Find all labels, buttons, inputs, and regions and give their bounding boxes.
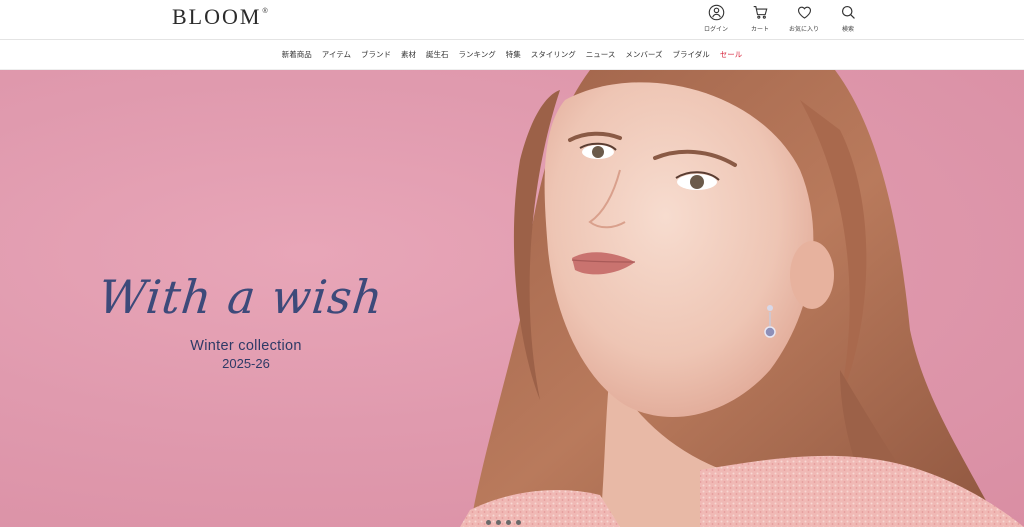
hero-season: 2025-26: [222, 356, 270, 371]
nav-item-material[interactable]: 素材: [401, 49, 416, 60]
hero-script-title: With a wish: [96, 270, 386, 324]
hero-copy: With a wish Winter collection 2025-26: [96, 270, 396, 371]
carousel-dot[interactable]: [496, 520, 501, 525]
heart-icon: [796, 4, 813, 21]
search-icon: [840, 4, 857, 21]
cart-button[interactable]: カート: [744, 4, 776, 33]
nav-item-brand[interactable]: ブランド: [361, 49, 391, 60]
carousel-indicators: [486, 520, 521, 525]
login-label: ログイン: [703, 26, 728, 33]
nav-item-new-arrivals[interactable]: 新着商品: [282, 49, 312, 60]
cart-icon: [752, 4, 769, 21]
favorites-label: お気に入り: [788, 26, 819, 33]
registered-mark: ®: [262, 8, 268, 15]
cart-label: カート: [750, 26, 769, 33]
nav-item-sale[interactable]: セール: [720, 49, 743, 60]
global-nav: 新着商品 アイテム ブランド 素材 誕生石 ランキング 特集 スタイリング ニュ…: [0, 40, 1024, 70]
site-header: BLOOM ® ログイン カート お気に入り 検索: [0, 0, 1024, 40]
hero-collection-name: Winter collection: [190, 338, 302, 354]
nav-item-news[interactable]: ニュース: [586, 49, 616, 60]
nav-item-styling[interactable]: スタイリング: [531, 49, 576, 60]
nav-item-members[interactable]: メンバーズ: [625, 49, 662, 60]
login-button[interactable]: ログイン: [700, 4, 732, 33]
carousel-dot[interactable]: [516, 520, 521, 525]
hero-banner[interactable]: With a wish Winter collection 2025-26: [0, 70, 1024, 527]
favorites-button[interactable]: お気に入り: [788, 4, 820, 33]
carousel-dot[interactable]: [506, 520, 511, 525]
brand-logo[interactable]: BLOOM ®: [172, 4, 268, 30]
utility-nav: ログイン カート お気に入り 検索: [700, 4, 864, 33]
search-label: 検索: [841, 26, 854, 33]
user-circle-icon: [708, 4, 725, 21]
carousel-dot[interactable]: [486, 520, 491, 525]
search-button[interactable]: 検索: [832, 4, 864, 33]
nav-item-ranking[interactable]: ランキング: [459, 49, 496, 60]
nav-item-items[interactable]: アイテム: [322, 49, 351, 60]
brand-logo-text: BLOOM: [172, 4, 262, 29]
nav-item-feature[interactable]: 特集: [506, 49, 521, 60]
nav-item-birthstone[interactable]: 誕生石: [426, 49, 449, 60]
nav-item-bridal[interactable]: ブライダル: [673, 49, 710, 60]
